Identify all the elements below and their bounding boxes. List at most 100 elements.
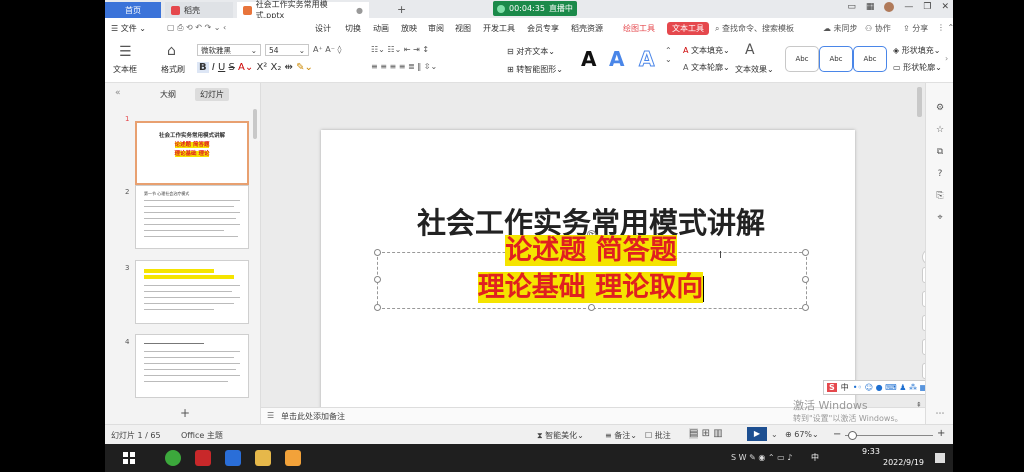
zoom-out-button[interactable]: −	[833, 429, 841, 440]
menu-docer-resources[interactable]: 稻壳资源	[571, 23, 603, 34]
ime-lang[interactable]: 中	[841, 382, 849, 393]
menu-view[interactable]: 视图	[455, 23, 471, 34]
textbox-button[interactable]: 文本框	[113, 64, 137, 75]
play-slideshow-button[interactable]: ▶	[747, 427, 767, 441]
share-button[interactable]: ⇪ 分享	[903, 23, 928, 34]
font-color-button[interactable]: A⌄	[238, 62, 253, 73]
location-icon[interactable]: ⌖	[935, 213, 945, 223]
app-blue-icon[interactable]	[225, 450, 241, 466]
ime-icons[interactable]: •◦ ☺ ● ⌨ ♟ ⁂ ▦	[853, 383, 927, 392]
smartart-button[interactable]: ⊞ 转智能图形⌄	[507, 64, 563, 75]
recording-indicator[interactable]: 00:04:35 直播中	[493, 1, 577, 16]
zoom-in-button[interactable]: +	[937, 428, 945, 439]
add-slide-button[interactable]: +	[180, 406, 190, 420]
slide-thumb-3[interactable]	[135, 260, 249, 324]
slide-thumb-2[interactable]: 第一节 心理社会治疗模式	[135, 185, 249, 249]
zoom-value[interactable]: ⊕ 67%⌄	[785, 430, 819, 439]
underline-button[interactable]: U	[218, 62, 225, 73]
help-icon[interactable]: ?	[935, 169, 945, 179]
menu-design[interactable]: 设计	[315, 23, 331, 34]
avatar[interactable]	[884, 2, 895, 12]
more-icon[interactable]: ⋮ ⌃	[937, 23, 953, 32]
search-box[interactable]: ⌕ 查找命令、搜索模板	[715, 23, 794, 34]
notes-button[interactable]: ≡ 备注⌄	[605, 430, 637, 441]
resize-handle-tl[interactable]	[374, 249, 381, 256]
align-icons[interactable]: ≡ ≡ ≡ ≡ ≣ ‖ ⇳⌄	[371, 62, 437, 71]
close-icon[interactable]: ✕	[941, 2, 949, 12]
tray-lang[interactable]: 中	[811, 452, 819, 463]
format-painter-button[interactable]: 格式刷	[161, 64, 185, 75]
wps-taskbar-icon[interactable]	[195, 450, 211, 466]
font-name-select[interactable]: 微软雅黑 ⌄	[197, 44, 261, 56]
shape-style-3[interactable]: Abc	[853, 46, 887, 72]
resize-handle-r[interactable]	[802, 276, 809, 283]
quick-access-icons[interactable]: ▢ ⎙ ⟲ ↶ ↷ ⌄ ‹	[167, 23, 226, 33]
list-icons[interactable]: ☷⌄ ☷⌄ ⇤ ⇥ ↕	[371, 45, 429, 54]
text-effect-button[interactable]: 文本效果⌄	[735, 64, 774, 75]
text-outline-button[interactable]: A 文本轮廓⌄	[683, 62, 730, 73]
shape-style-1[interactable]: Abc	[785, 46, 819, 72]
resize-handle-bl[interactable]	[374, 304, 381, 311]
notification-icon[interactable]	[935, 453, 945, 463]
superscript-button[interactable]: X²	[256, 62, 267, 73]
tab-slides[interactable]: 幻灯片	[195, 88, 229, 101]
panel-scrollbar[interactable]	[253, 109, 257, 139]
notes-placeholder[interactable]: 单击此处添加备注	[281, 411, 345, 422]
tray-icons[interactable]: S W ✎ ◉ ⌃ ▭ ♪	[731, 453, 792, 462]
restore-icon[interactable]: ❐	[923, 2, 931, 12]
folder-icon[interactable]	[255, 450, 271, 466]
minimize-icon[interactable]: —	[904, 2, 913, 12]
resize-handle-tr[interactable]	[802, 249, 809, 256]
transition-icon[interactable]: ⧉	[935, 147, 945, 157]
tab-home[interactable]: 首页	[105, 2, 161, 18]
shape-style-2[interactable]: Abc	[819, 46, 853, 72]
shape-outline-button[interactable]: ▭ 形状轮廓⌄	[893, 62, 942, 73]
font-size-select[interactable]: 54 ⌄	[265, 44, 309, 56]
comment-button[interactable]: ☐ 批注	[645, 430, 671, 441]
view-mode-icons[interactable]: ▤ ⊞ ▥	[689, 428, 723, 439]
menu-transition[interactable]: 切换	[345, 23, 361, 34]
text-style-outline[interactable]: A	[638, 47, 655, 72]
new-tab-button[interactable]: +	[397, 3, 406, 16]
ribbon-scroll-icon[interactable]: ›	[945, 54, 948, 63]
slide-1[interactable]: 社会工作实务常用模式讲解 ⟳ 论述题 简答题 理论基础 理论取向 I	[321, 130, 855, 424]
collab-button[interactable]: ⚇ 协作	[865, 23, 891, 34]
italic-button[interactable]: I	[212, 62, 215, 73]
zoom-slider-thumb[interactable]	[848, 431, 857, 440]
slide-thumb-4[interactable]	[135, 334, 249, 398]
file-menu[interactable]: ☰ 文件 ⌄	[111, 23, 146, 34]
char-spacing-button[interactable]: ⇹	[285, 62, 293, 73]
resize-handle-br[interactable]	[802, 304, 809, 311]
backup-icon[interactable]: ⎘	[935, 191, 945, 201]
text-fill-button[interactable]: A 文本填充⌄	[683, 45, 730, 56]
clock-date[interactable]: 2022/9/19	[883, 458, 924, 467]
zoom-slider[interactable]	[845, 435, 933, 436]
sidebar-more-icon[interactable]: ⋯	[935, 409, 945, 419]
slide-line2[interactable]: 论述题 简答题	[381, 234, 801, 268]
sogou-icon[interactable]: S	[827, 383, 837, 392]
text-effect-icon[interactable]: A	[745, 42, 755, 58]
text-style-blue[interactable]: A	[609, 47, 624, 71]
highlight-button[interactable]: ✎⌄	[296, 62, 313, 73]
chat-app-icon[interactable]	[165, 450, 181, 466]
sync-button[interactable]: ☁ 未同步	[823, 23, 858, 34]
collapse-panel-icon[interactable]: «	[115, 88, 121, 98]
beautify-button[interactable]: ⧗ 智能美化⌄	[537, 430, 584, 441]
layout-icon[interactable]: ▭	[847, 2, 856, 12]
app-orange-icon[interactable]	[285, 450, 301, 466]
menu-review[interactable]: 审阅	[428, 23, 444, 34]
font-grow-shrink-icons[interactable]: A⁺ A⁻ ◊	[313, 45, 341, 54]
properties-icon[interactable]: ⚙	[935, 103, 945, 113]
menu-text-tools[interactable]: 文本工具	[667, 22, 709, 35]
menu-slideshow[interactable]: 放映	[401, 23, 417, 34]
align-text-button[interactable]: ⊟ 对齐文本⌄	[507, 46, 555, 57]
tab-outline[interactable]: 大纲	[160, 89, 176, 100]
grid-icon[interactable]: ▦	[866, 2, 875, 12]
canvas-scrollbar[interactable]	[917, 87, 922, 117]
play-options-icon[interactable]: ⌄	[771, 430, 778, 439]
tab-document[interactable]: 社会工作实务常用模式.pptx ●	[237, 0, 369, 20]
menu-animation[interactable]: 动画	[373, 23, 389, 34]
animation-icon[interactable]: ☆	[935, 125, 945, 135]
start-icon[interactable]	[123, 452, 135, 464]
shape-fill-button[interactable]: ◈ 形状填充⌄	[893, 45, 940, 56]
